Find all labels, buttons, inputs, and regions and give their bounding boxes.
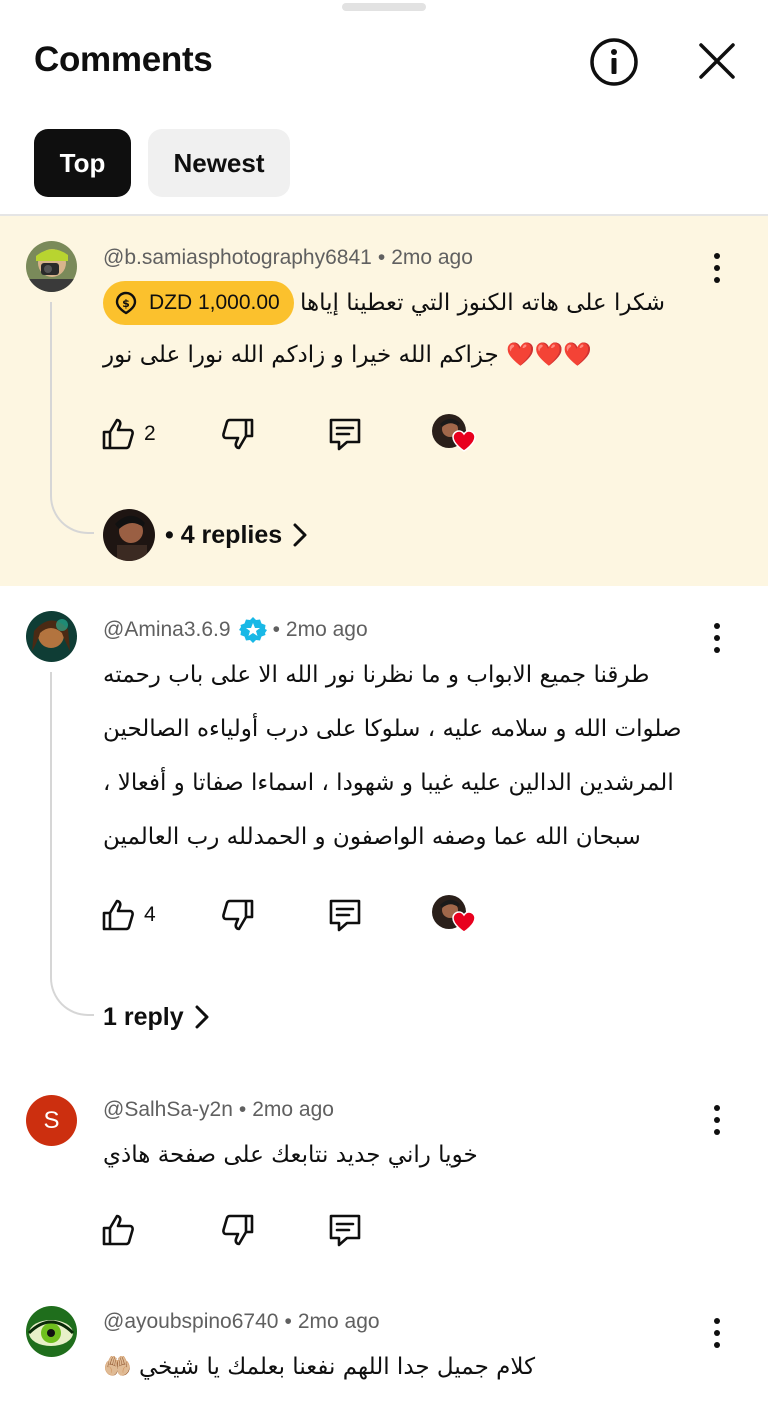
reply-comment-icon (329, 1214, 361, 1247)
super-thanks-icon: $ (115, 291, 137, 315)
comment-text-line: طرقنا جميع الابواب و ما نظرنا نور الله ا… (103, 662, 650, 688)
verified-star-icon (238, 617, 267, 643)
comment-menu-button[interactable] (708, 253, 726, 283)
info-button[interactable] (588, 36, 640, 88)
filter-chip-newest[interactable]: Newest (148, 129, 290, 197)
thumbs-up-icon (102, 418, 134, 450)
comment-author[interactable]: @ayoubspino6740 (103, 1310, 278, 1334)
avatar-portrait-icon (26, 611, 77, 662)
close-button[interactable] (694, 38, 740, 84)
comment-text-line: صلوات الله و سلامه عليه ، سلوكا على درب … (103, 716, 682, 742)
creator-heart-badge (432, 414, 478, 460)
like-button[interactable]: 4 (100, 893, 156, 937)
dislike-button[interactable] (220, 412, 256, 456)
comment-item: @Amina3.6.9 • 2mo ago طرقنا جميع الابواب… (0, 586, 768, 1056)
meta-separator: • (238, 1098, 247, 1121)
avatar[interactable]: S (26, 1095, 77, 1146)
avatar-letter: S (43, 1106, 60, 1134)
dislike-button[interactable] (220, 893, 256, 937)
page-title: Comments (34, 40, 213, 79)
comment-actions (100, 1208, 500, 1252)
thumbs-down-icon (222, 418, 254, 450)
comment-text-line: سبحان الله عما وصفه الواصفون و الحمدلله … (103, 824, 641, 850)
view-replies-button[interactable]: 1 reply (103, 991, 210, 1043)
replies-count: • 4 replies (165, 520, 283, 549)
like-button[interactable] (100, 1208, 136, 1252)
thumbs-down-icon (222, 899, 254, 931)
replies-count: 1 reply (103, 1002, 184, 1031)
super-thanks-badge: $ DZD 1,000.00 (103, 281, 294, 325)
thumbs-up-icon (102, 1214, 134, 1246)
avatar-photographer-icon (26, 241, 77, 292)
thumbs-down-icon (222, 1214, 254, 1246)
comment-item: @ayoubspino6740 • 2mo ago كلام جميل جدا … (0, 1284, 768, 1409)
dislike-button[interactable] (220, 1208, 256, 1252)
comment-actions: 4 (100, 893, 500, 937)
reply-comment-icon (329, 899, 361, 932)
meta-separator: • (272, 618, 280, 641)
close-icon (699, 43, 735, 79)
thumbs-up-icon (102, 899, 134, 931)
comment-text-line: كلام جميل جدا اللهم نفعنا بعلمك يا شيخي … (103, 1354, 536, 1380)
reply-button[interactable] (327, 1208, 363, 1252)
comment-meta: @Amina3.6.9 • 2mo ago (103, 616, 368, 644)
like-button[interactable]: 2 (100, 412, 156, 456)
comment-text-line: المرشدين الدالين عليه غيبا و شهودا ، اسم… (103, 770, 674, 796)
like-count: 2 (144, 422, 156, 445)
comment-text-line: خويا راني جديد نتابعك على صفحة هاذي (103, 1142, 478, 1168)
comment-meta: @ayoubspino6740 • 2mo ago (103, 1310, 380, 1334)
info-circle-icon (590, 38, 638, 86)
comment-item: S @SalhSa-y2n • 2mo ago خويا راني جديد ن… (0, 1070, 768, 1270)
comment-menu-button[interactable] (708, 623, 726, 653)
filter-chip-top[interactable]: Top (34, 129, 131, 197)
comment-menu-button[interactable] (708, 1318, 726, 1348)
avatar[interactable] (26, 241, 77, 292)
comment-actions: 2 (100, 412, 500, 456)
comment-meta: @b.samiasphotography6841 • 2mo ago (103, 246, 473, 270)
meta-separator: • (284, 1310, 292, 1333)
comment-author[interactable]: @b.samiasphotography6841 (103, 246, 372, 270)
comment-age: 2mo ago (391, 246, 473, 269)
avatar[interactable] (26, 1306, 77, 1357)
chevron-right-icon (195, 1005, 209, 1029)
comment-text-line: شكرا على هاته الكنوز التي تعطينا إياها (300, 290, 666, 316)
meta-separator: • (377, 246, 386, 269)
comment-age: 2mo ago (252, 1098, 334, 1121)
comment-author[interactable]: @Amina3.6.9 (103, 618, 231, 642)
heart-icon (452, 430, 476, 452)
super-thanks-amount: DZD 1,000.00 (149, 291, 280, 314)
reply-button[interactable] (327, 893, 363, 937)
comment-meta: @SalhSa-y2n • 2mo ago (103, 1098, 334, 1122)
chevron-right-icon (293, 523, 307, 547)
like-count: 4 (144, 903, 156, 926)
comment-author[interactable]: @SalhSa-y2n (103, 1098, 233, 1122)
creator-heart-badge (432, 895, 478, 941)
comments-header: Comments (0, 0, 768, 120)
thread-connector (50, 672, 94, 1016)
avatar[interactable] (26, 611, 77, 662)
comment-age: 2mo ago (285, 618, 368, 641)
comment-text-line: ❤️❤️❤️ جزاكم الله خيرا و زادكم الله نورا… (103, 342, 592, 368)
comment-item: @b.samiasphotography6841 • 2mo ago $ DZD… (0, 216, 768, 586)
svg-text:$: $ (122, 297, 130, 310)
heart-icon (452, 911, 476, 933)
thread-connector (50, 302, 94, 534)
avatar (103, 509, 155, 561)
view-replies-button[interactable]: • 4 replies (103, 509, 308, 561)
creator-avatar-icon (103, 509, 155, 561)
comment-age: 2mo ago (297, 1310, 380, 1333)
reply-comment-icon (329, 418, 361, 451)
reply-button[interactable] (327, 412, 363, 456)
avatar-eye-icon (26, 1306, 77, 1357)
comment-menu-button[interactable] (708, 1105, 726, 1135)
